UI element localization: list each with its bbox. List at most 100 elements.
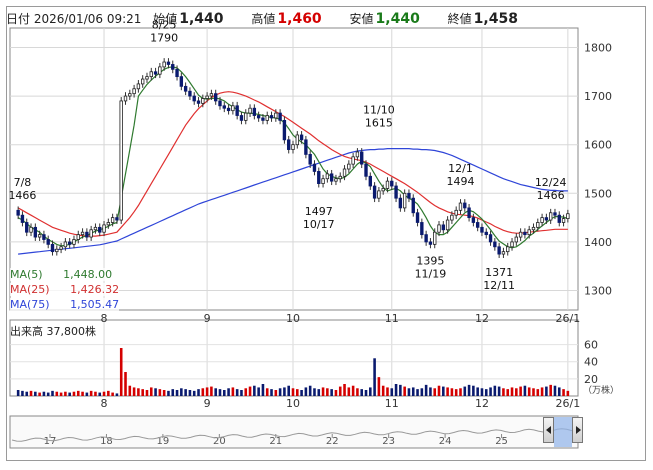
volume-bar	[317, 389, 321, 396]
candle	[201, 98, 205, 104]
volume-bar	[180, 388, 183, 396]
volume-bar	[102, 391, 106, 396]
volume-bar	[497, 386, 501, 396]
volume-bar	[450, 388, 454, 396]
candle	[458, 202, 463, 211]
volume-bar	[326, 388, 329, 396]
candle	[501, 251, 506, 255]
candle	[398, 197, 403, 209]
volume-bar	[201, 388, 205, 396]
candle	[402, 192, 407, 209]
candle	[467, 207, 471, 219]
candle	[162, 61, 166, 68]
candle	[557, 214, 561, 223]
volume-bar	[536, 389, 540, 396]
candle	[445, 219, 450, 231]
candle	[93, 226, 98, 231]
candle	[59, 246, 63, 250]
volume-bar	[356, 388, 359, 396]
volume-bar	[545, 386, 548, 396]
candle	[244, 112, 248, 121]
volume-bar	[98, 392, 102, 396]
annotation-date: 8/25	[152, 18, 177, 31]
annotation-price: 1494	[446, 175, 474, 188]
volume-bar	[394, 384, 398, 396]
volume-bar	[68, 392, 71, 396]
volume-bar	[257, 387, 260, 396]
volume-bar	[107, 390, 110, 396]
candle	[381, 188, 385, 192]
candle	[85, 231, 89, 238]
volume-bar	[420, 388, 424, 396]
annotation-date: 10/17	[303, 218, 335, 231]
candle	[239, 115, 244, 121]
volume-bar	[244, 388, 248, 396]
ma25-legend: MA(25) 1,426.32	[10, 283, 120, 296]
volume-bar	[29, 390, 33, 396]
volume-bar	[562, 389, 565, 396]
volume-bar	[343, 384, 346, 396]
candle	[428, 241, 433, 245]
volume-bar	[472, 385, 475, 396]
candle	[304, 139, 308, 155]
volume-bar	[476, 387, 479, 396]
candle	[536, 222, 540, 228]
x-tick-label: 9	[204, 312, 211, 325]
volume-bar	[506, 389, 510, 396]
navigator-tick-label: 23	[382, 436, 395, 447]
x-tick-label: 12	[475, 312, 489, 325]
candle	[299, 134, 304, 141]
navigator-tick-label: 22	[326, 436, 339, 447]
volume-bar	[566, 390, 570, 396]
ma75-legend-value: 1,505.47	[70, 298, 120, 311]
volume-bar	[94, 391, 97, 396]
candle	[76, 234, 80, 240]
candle	[523, 231, 527, 236]
volume-bar	[527, 387, 531, 396]
volume-bar	[283, 387, 286, 396]
volume-x-tick-label: 10	[286, 397, 300, 410]
candle	[196, 100, 201, 104]
candle	[342, 168, 347, 177]
volume-bar	[115, 393, 119, 396]
annotation-price: 1615	[365, 116, 393, 129]
volume-bar	[467, 384, 471, 396]
candle	[548, 212, 553, 221]
candle	[248, 107, 252, 114]
volume-bar	[119, 348, 123, 396]
y-tick-label: 1300	[584, 285, 612, 298]
candle	[544, 217, 549, 221]
candle	[368, 175, 372, 187]
candle	[256, 115, 261, 119]
annotation-price: 1497	[305, 205, 333, 218]
candle	[488, 234, 493, 243]
candle	[278, 112, 282, 121]
chart-canvas[interactable]: 1300 1400 1500 1600 1700 1800 8 8 9 9 10 10 11 11 12 12…	[0, 0, 653, 470]
volume-bar	[330, 389, 333, 396]
annotation-price: 1371	[485, 266, 513, 279]
candle	[269, 115, 274, 119]
volume-bar	[171, 389, 175, 396]
volume-x-tick-label: 11	[385, 397, 399, 410]
candle	[55, 248, 59, 253]
candle	[252, 107, 257, 116]
volume-bar	[235, 389, 239, 396]
candle	[25, 222, 29, 233]
volume-bar	[416, 389, 419, 396]
volume-y-tick-label: 40	[584, 356, 598, 369]
candle	[454, 209, 458, 216]
volume-bar	[64, 391, 67, 396]
volume-bar	[154, 388, 157, 396]
volume-bar	[205, 387, 209, 396]
volume-bar	[540, 387, 544, 396]
candle	[222, 105, 226, 109]
candle	[16, 209, 20, 216]
navigator-scroll-left-button[interactable]	[543, 417, 554, 443]
navigator-scroll-right-button[interactable]	[572, 417, 583, 443]
volume-bar	[459, 388, 462, 396]
candle	[115, 217, 119, 221]
candle	[424, 234, 428, 243]
volume-bar	[304, 387, 308, 396]
candle	[141, 78, 145, 85]
annotation-date: 12/11	[483, 279, 515, 292]
